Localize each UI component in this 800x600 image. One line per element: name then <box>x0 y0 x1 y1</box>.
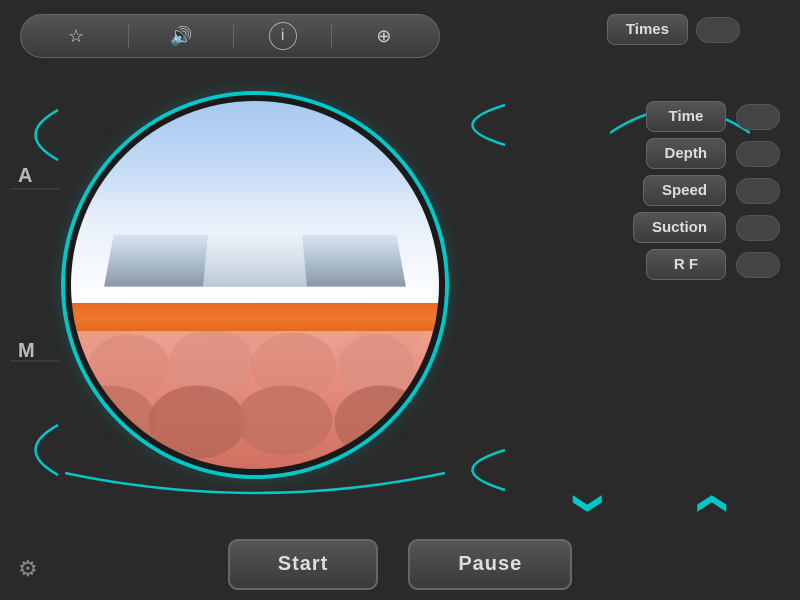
times-section: Times <box>607 14 740 45</box>
param-row-suction: Suction <box>520 212 780 243</box>
times-button[interactable]: Times <box>607 14 688 45</box>
skin-waves-svg <box>71 314 439 469</box>
right-panel: Time Depth Speed Suction R F <box>520 75 780 280</box>
nav-arrows: ❯ ❯ <box>530 487 770 520</box>
info-icon[interactable]: i <box>269 22 297 50</box>
probe-svg <box>104 233 406 293</box>
left-line-bottom <box>10 360 60 362</box>
toolbar-divider-3 <box>331 24 332 48</box>
nav-down-arrow[interactable]: ❯ <box>574 492 607 515</box>
param-row-depth: Depth <box>520 138 780 169</box>
toolbar-divider-1 <box>128 24 129 48</box>
viewport-orange-band <box>71 303 439 331</box>
pause-button[interactable]: Pause <box>408 539 572 590</box>
depth-button[interactable]: Depth <box>646 138 727 169</box>
left-curve-bottom-icon[interactable] <box>8 420 63 480</box>
left-line-top <box>10 188 60 190</box>
toolbar-divider-2 <box>233 24 234 48</box>
viewport-skin <box>71 314 439 469</box>
main-viewport <box>65 95 445 475</box>
speed-toggle[interactable] <box>736 178 780 204</box>
time-toggle[interactable] <box>736 104 780 130</box>
left-curve-top-icon[interactable] <box>8 105 63 165</box>
suction-toggle[interactable] <box>736 215 780 241</box>
bottom-bar: Start Pause <box>0 539 800 590</box>
time-button[interactable]: Time <box>646 101 726 132</box>
rf-toggle[interactable] <box>736 252 780 278</box>
speed-button[interactable]: Speed <box>643 175 726 206</box>
right-arc-top-icon[interactable] <box>430 100 510 150</box>
nav-up-arrow[interactable]: ❯ <box>694 492 727 515</box>
rf-button[interactable]: R F <box>646 249 726 280</box>
param-row-time: Time <box>520 101 780 132</box>
toolbar: ☆ 🔊 i ⊕ <box>20 14 440 58</box>
depth-toggle[interactable] <box>736 141 780 167</box>
star-icon[interactable]: ☆ <box>58 18 94 54</box>
suction-button[interactable]: Suction <box>633 212 726 243</box>
label-a: A <box>18 165 32 188</box>
start-button[interactable]: Start <box>228 539 379 590</box>
add-circle-icon[interactable]: ⊕ <box>366 18 402 54</box>
param-row-rf: R F <box>520 249 780 280</box>
bottom-arc-circle <box>65 468 445 508</box>
times-toggle[interactable] <box>696 17 740 43</box>
volume-icon[interactable]: 🔊 <box>163 18 199 54</box>
param-row-speed: Speed <box>520 175 780 206</box>
